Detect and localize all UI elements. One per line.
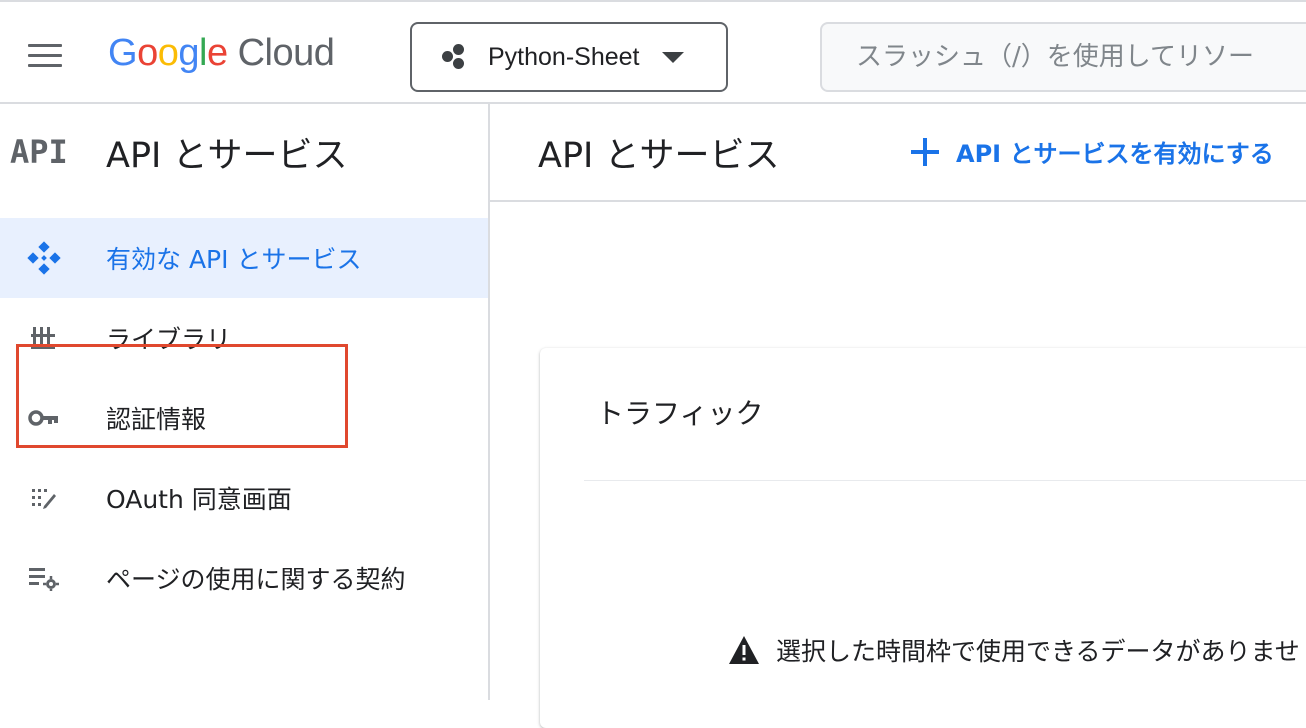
sidebar-item-library[interactable]: ライブラリ [0, 298, 488, 378]
empty-state-message: 選択した時間枠で使用できるデータがありませ [776, 637, 1300, 666]
sidebar-item-label: ライブラリ [106, 325, 232, 354]
search-input[interactable] [854, 41, 1306, 73]
logo-letter: o [137, 32, 158, 74]
main-header: API とサービス API とサービスを有効にする [490, 104, 1306, 202]
warning-icon [729, 636, 759, 664]
logo-letter: g [178, 32, 199, 74]
google-cloud-logo[interactable]: Go o g l e Cloud [108, 32, 335, 80]
sidebar-item-enabled-apis[interactable]: 有効な API とサービス [0, 218, 488, 298]
page-usage-settings-icon [24, 558, 64, 598]
sidebar-item-label: 有効な API とサービス [106, 245, 362, 274]
sidebar-header: API API とサービス [0, 104, 488, 200]
empty-state: 選択した時間枠で使用できるデータがありませ [728, 632, 1300, 668]
logo-letter: o [157, 32, 179, 74]
oauth-consent-icon [24, 478, 64, 518]
logo-letter: e [206, 32, 228, 74]
api-diamond-icon [24, 238, 64, 278]
caret-down-icon [661, 51, 684, 63]
enable-apis-button[interactable]: API とサービスを有効にする [910, 134, 1274, 169]
sidebar-item-label: ページの使用に関する契約 [106, 565, 406, 594]
library-icon [24, 318, 64, 358]
sidebar-item-label: OAuth 同意画面 [106, 485, 292, 514]
search-box[interactable] [820, 22, 1306, 92]
sidebar-item-oauth-consent[interactable]: OAuth 同意画面 [0, 458, 488, 538]
key-icon [24, 398, 64, 438]
logo-product: Cloud [237, 32, 335, 74]
traffic-card: トラフィック 選択した時間枠で使用できるデータがありませ [540, 348, 1306, 728]
enable-apis-label: API とサービスを有効にする [956, 140, 1274, 168]
sidebar-item-page-usage-agreements[interactable]: ページの使用に関する契約 [0, 538, 488, 618]
top-header: Go o g l e Cloud Python-Sheet [0, 0, 1306, 104]
project-picker-button[interactable]: Python-Sheet [410, 22, 728, 92]
logo-letter: G [108, 32, 138, 74]
card-title: トラフィック [596, 397, 764, 430]
sidebar-nav: 有効な API とサービス ライブラリ 認証情報 OAuth 同意画面 ページの… [0, 218, 488, 618]
api-icon: API [10, 133, 68, 171]
project-name: Python-Sheet [488, 42, 640, 71]
sidebar: API API とサービス 有効な API とサービス ライブラリ 認証情報 O… [0, 104, 490, 700]
sidebar-item-label: 認証情報 [106, 405, 207, 434]
menu-icon[interactable] [24, 42, 66, 70]
divider [584, 480, 1306, 481]
page-title: API とサービス [538, 135, 780, 176]
sidebar-title: API とサービス [106, 135, 348, 176]
sidebar-item-credentials[interactable]: 認証情報 [0, 378, 488, 458]
plus-icon [910, 137, 940, 167]
project-hexagons-icon [440, 42, 470, 72]
logo-letter: l [198, 32, 207, 74]
